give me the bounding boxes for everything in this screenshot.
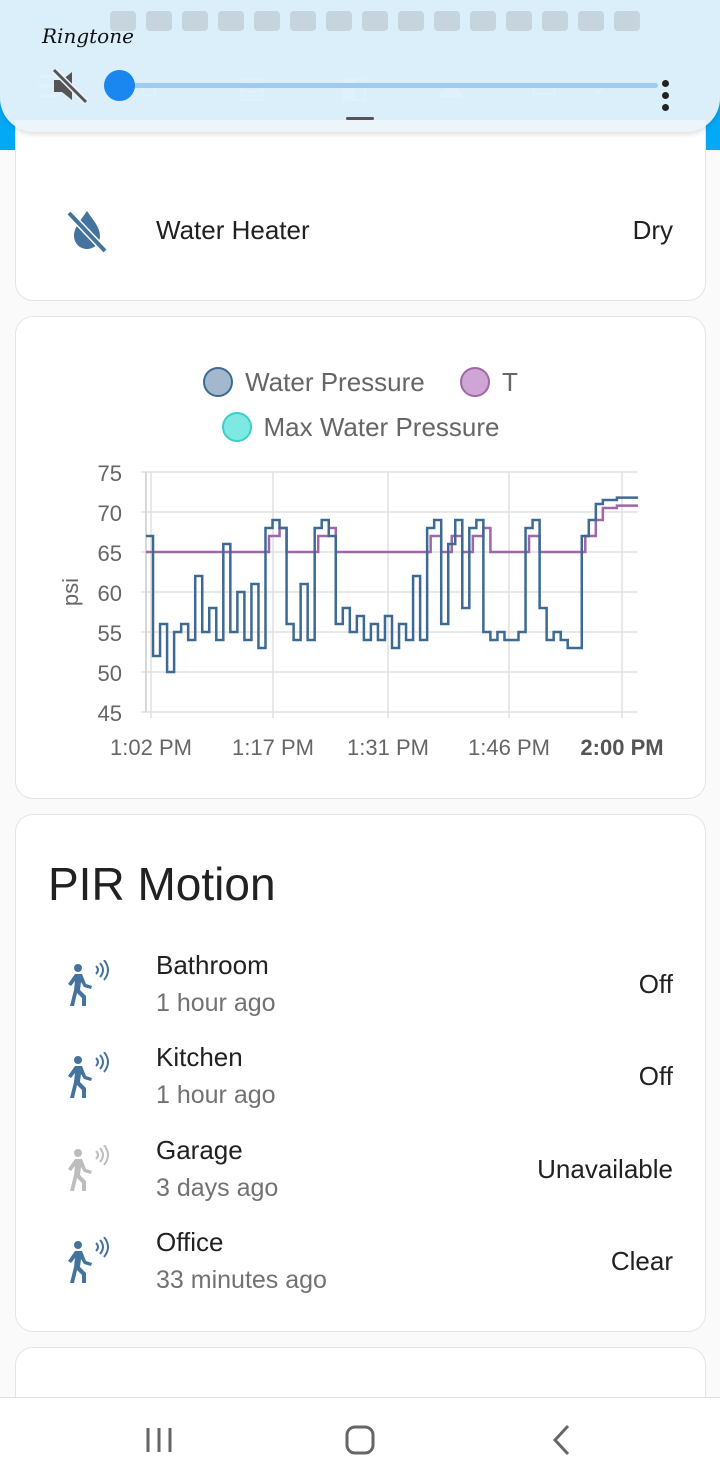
- leak-sensor-card: Water Heater Dry: [15, 120, 706, 301]
- x-tick-label: 1:31 PM: [347, 735, 429, 760]
- motion-sensor-icon: [68, 1237, 109, 1283]
- motion-sensor-icon: [68, 1145, 109, 1191]
- volume-slider-thumb[interactable]: [104, 70, 135, 101]
- entity-state: Clear: [610, 1246, 673, 1276]
- entity-state: Off: [638, 969, 673, 999]
- volume-more-options-icon[interactable]: [660, 80, 672, 114]
- entity-state: Dry: [632, 215, 673, 245]
- water-pressure-chart[interactable]: 75 70 65 60 55 50 45 1:02 PM 1:17 PM 1:31 PM 1:46 …: [16, 317, 707, 800]
- entity-last-changed: 1 hour ago: [156, 1081, 276, 1109]
- card-title: PIR Motion: [48, 858, 276, 910]
- y-tick-label: 75: [98, 461, 122, 486]
- entity-name: Bathroom: [156, 950, 269, 980]
- x-tick-label: 1:17 PM: [232, 735, 314, 760]
- entity-last-changed: 1 hour ago: [156, 989, 276, 1017]
- water-off-icon: [66, 210, 108, 254]
- y-tick-label: 55: [98, 621, 122, 646]
- history-graph-card: Water Pressure T Max Water Pressure 75 70…: [15, 316, 706, 799]
- motion-sensor-icon: [68, 960, 109, 1006]
- mute-icon[interactable]: [50, 66, 90, 106]
- volume-stream-label: Ringtone: [42, 24, 134, 48]
- pir-motion-card: PIR Motion Bathroom 1 hour ago Off Kitchen 1…: [15, 814, 706, 1332]
- entity-name: Office: [156, 1227, 224, 1257]
- entity-state: Unavailable: [537, 1154, 673, 1184]
- volume-panel-expand-handle[interactable]: [346, 117, 374, 120]
- recent-apps-icon[interactable]: [137, 1418, 181, 1462]
- x-tick-label: 1:46 PM: [468, 735, 550, 760]
- home-icon[interactable]: [338, 1418, 382, 1462]
- y-tick-label: 70: [98, 501, 122, 526]
- status-bar-ghost: [110, 8, 710, 34]
- back-icon[interactable]: [540, 1418, 584, 1462]
- motion-sensor-icon: [68, 1052, 109, 1098]
- y-tick-label: 65: [98, 541, 122, 566]
- entity-last-changed: 33 minutes ago: [156, 1266, 327, 1294]
- entity-name: Water Heater: [156, 215, 310, 245]
- y-tick-label: 60: [98, 581, 122, 606]
- y-tick-label: 45: [98, 701, 122, 726]
- volume-panel: Ringtone: [0, 0, 720, 132]
- x-tick-label: 1:02 PM: [110, 735, 192, 760]
- entity-name: Kitchen: [156, 1042, 243, 1072]
- y-tick-label: 50: [98, 661, 122, 686]
- volume-slider-track[interactable]: [118, 83, 658, 88]
- x-tick-label: 2:00 PM: [580, 735, 663, 760]
- entity-state: Off: [638, 1061, 673, 1091]
- y-axis-label: psi: [58, 578, 83, 606]
- system-nav-bar: [0, 1397, 720, 1480]
- entity-last-changed: 3 days ago: [156, 1174, 279, 1202]
- entity-name: Garage: [156, 1135, 243, 1165]
- series-line-water-pressure: [146, 496, 638, 674]
